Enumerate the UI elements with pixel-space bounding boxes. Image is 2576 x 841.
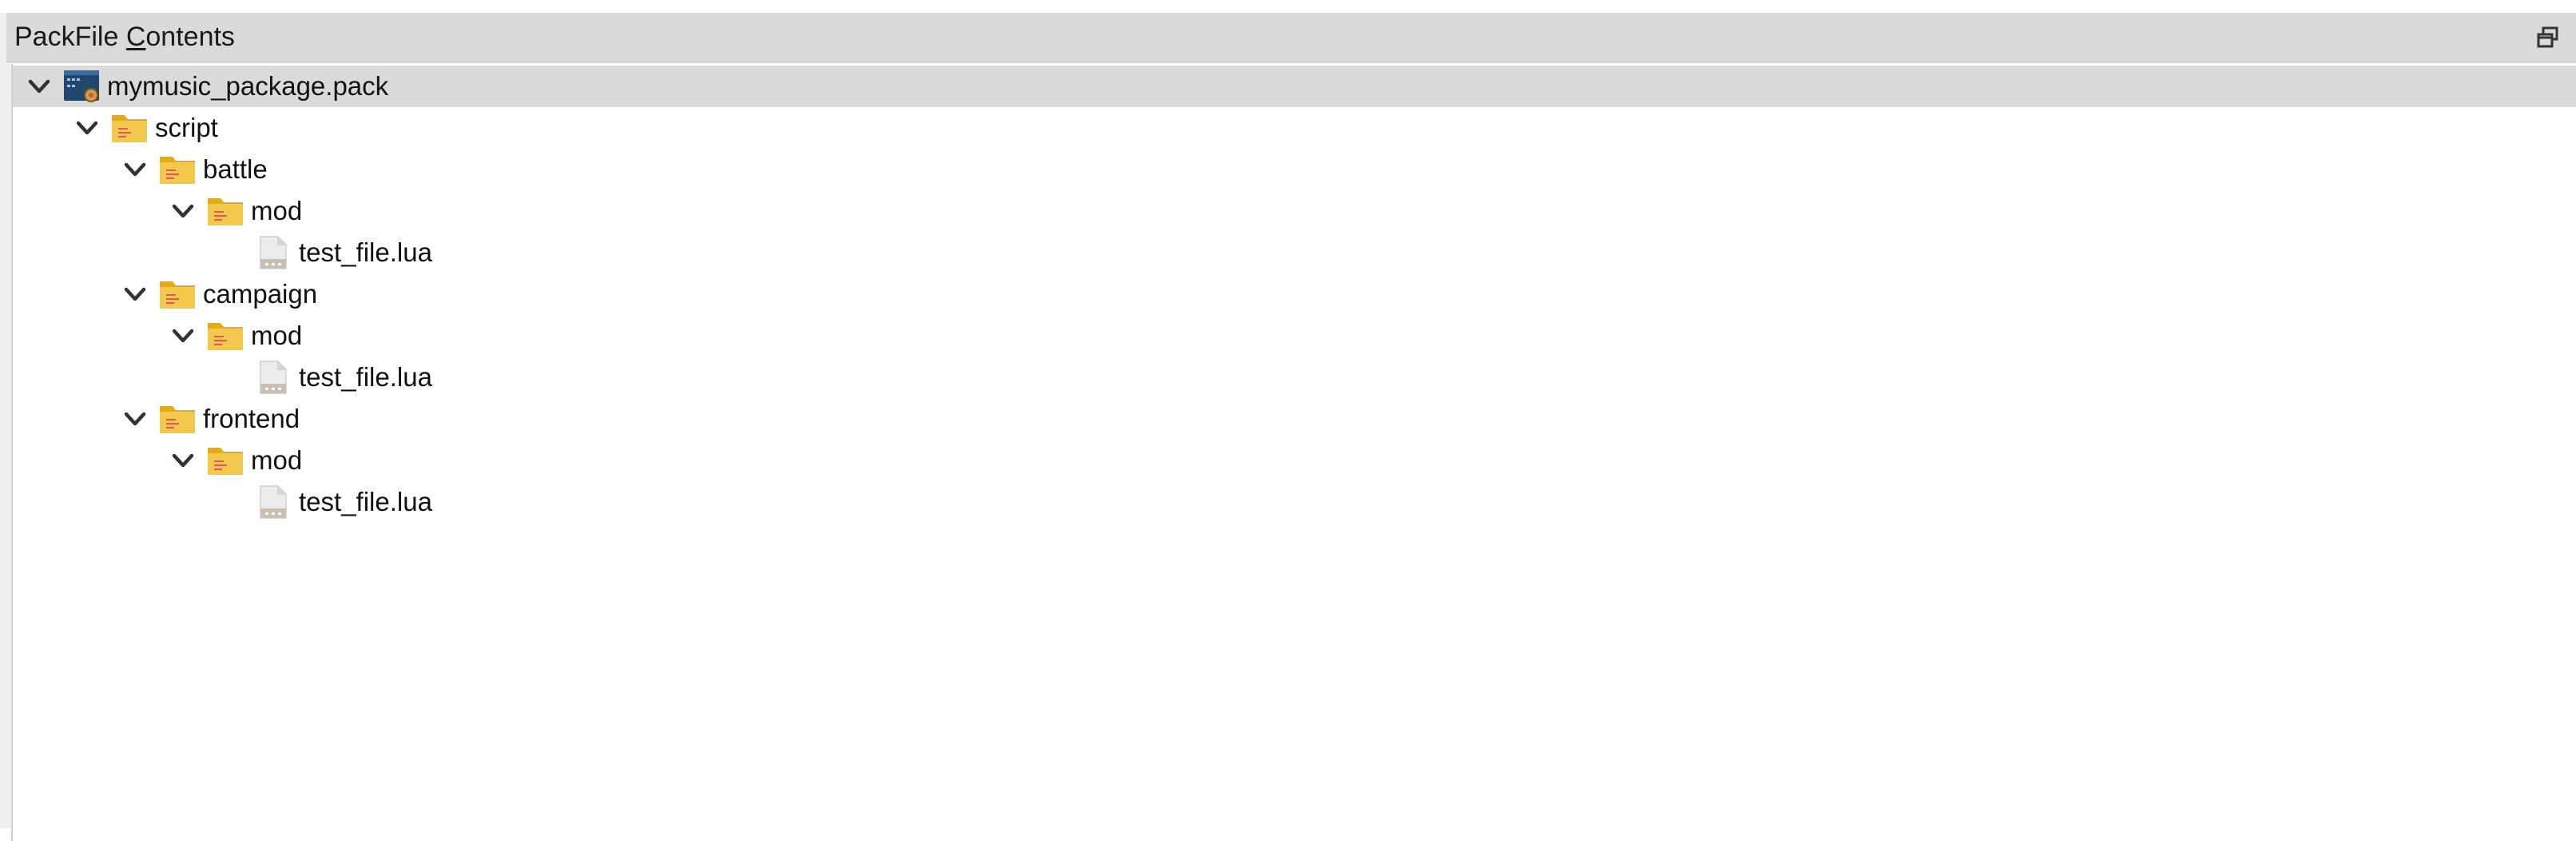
tree-item-label: mod (251, 196, 303, 225)
tree-item-label: test_file.lua (299, 362, 432, 392)
tree-row-folder[interactable]: mod (13, 315, 2576, 357)
tree-item-label: test_file.lua (299, 487, 432, 516)
tree-row-folder[interactable]: campaign (13, 273, 2576, 315)
chevron-down-icon[interactable] (123, 159, 147, 180)
tree-row-pack[interactable]: mymusic_package.pack (13, 66, 2576, 107)
tree-row-folder[interactable]: mod (13, 190, 2576, 232)
chevron-down-icon[interactable] (27, 76, 51, 97)
float-window-icon[interactable] (2536, 26, 2560, 50)
text-file-icon (260, 485, 287, 519)
folder-icon (208, 198, 243, 225)
packfile-contents-dock: PackFile Contents mymusic_package.pack s… (0, 13, 2576, 841)
tree-row-file[interactable]: test_file.lua (13, 357, 2576, 398)
folder-icon (208, 323, 243, 350)
tree-item-label: mod (251, 445, 303, 475)
packfile-tree-view[interactable]: mymusic_package.pack script battle mod t… (11, 64, 2576, 841)
tree-row-folder[interactable]: mod (13, 440, 2576, 481)
folder-icon (208, 448, 243, 475)
chevron-down-icon[interactable] (171, 325, 195, 346)
chevron-down-icon[interactable] (123, 284, 147, 305)
pack-file-icon (64, 70, 99, 102)
folder-icon (160, 157, 195, 184)
dock-title: PackFile Contents (14, 22, 235, 52)
tree-row-file[interactable]: test_file.lua (13, 232, 2576, 273)
tree-item-label: campaign (203, 279, 318, 309)
folder-icon (160, 406, 195, 433)
chevron-down-icon[interactable] (171, 201, 195, 221)
chevron-down-icon[interactable] (123, 409, 147, 429)
tree-row-folder[interactable]: frontend (13, 398, 2576, 440)
window-top-strip (0, 0, 2576, 13)
text-file-icon (260, 236, 287, 269)
tree-item-label: test_file.lua (299, 237, 432, 267)
tree-item-label: battle (203, 154, 268, 184)
chevron-down-icon[interactable] (171, 450, 195, 471)
tree-item-label: frontend (203, 404, 300, 433)
tree-row-folder[interactable]: battle (13, 149, 2576, 190)
chevron-down-icon[interactable] (75, 118, 99, 138)
text-file-icon (260, 361, 287, 394)
folder-icon (112, 115, 147, 142)
dock-title-bar[interactable]: PackFile Contents (6, 13, 2576, 62)
tree-row-folder[interactable]: script (13, 107, 2576, 149)
tree-item-label: mod (251, 321, 303, 350)
tree-item-label: script (155, 113, 218, 142)
folder-icon (160, 281, 195, 309)
tree-item-label: mymusic_package.pack (107, 71, 389, 101)
tree-row-file[interactable]: test_file.lua (13, 481, 2576, 523)
